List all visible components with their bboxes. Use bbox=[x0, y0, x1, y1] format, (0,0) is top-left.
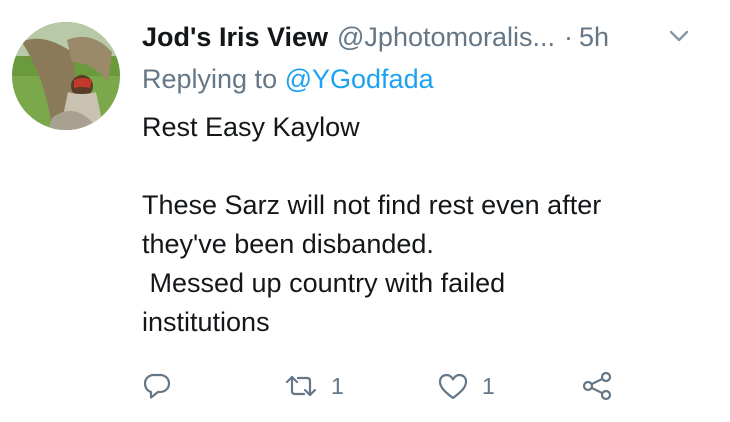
tweet-actions: 1 1 bbox=[142, 364, 642, 408]
replying-to-handle[interactable]: @YGodfada bbox=[285, 64, 434, 94]
tweet-header: Jod's Iris View @Jphotomoralis... · 5h bbox=[142, 17, 690, 57]
tweet-text-line: they've been disbanded. bbox=[142, 229, 434, 259]
timestamp[interactable]: 5h bbox=[579, 22, 609, 53]
separator-dot: · bbox=[564, 21, 574, 52]
like-count: 1 bbox=[482, 372, 495, 399]
tweet-text: Rest Easy Kaylow These Sarz will not fin… bbox=[142, 108, 702, 342]
tweet-text-line: Messed up country with failed bbox=[142, 268, 506, 298]
avatar-photo bbox=[12, 22, 120, 130]
tweet-text-line: institutions bbox=[142, 307, 270, 337]
share-button[interactable] bbox=[580, 364, 614, 408]
replying-to-line: Replying to @YGodfada bbox=[142, 64, 434, 95]
chevron-down-icon[interactable] bbox=[668, 28, 690, 44]
share-icon bbox=[582, 371, 612, 401]
display-name[interactable]: Jod's Iris View bbox=[142, 22, 328, 53]
tweet-text-line: Rest Easy Kaylow bbox=[142, 112, 360, 142]
replying-to-prefix: Replying to bbox=[142, 64, 278, 94]
retweet-count: 1 bbox=[331, 372, 344, 399]
reply-icon bbox=[143, 373, 171, 399]
reply-button[interactable] bbox=[142, 364, 172, 408]
heart-icon bbox=[438, 373, 468, 400]
tweet-text-line bbox=[142, 147, 702, 186]
like-button[interactable]: 1 bbox=[437, 364, 495, 408]
avatar[interactable] bbox=[12, 22, 120, 130]
tweet[interactable]: Jod's Iris View @Jphotomoralis... · 5h R… bbox=[0, 0, 730, 422]
tweet-text-line: These Sarz will not find rest even after bbox=[142, 190, 602, 220]
user-handle[interactable]: @Jphotomoralis... bbox=[337, 22, 555, 53]
retweet-button[interactable]: 1 bbox=[284, 364, 344, 408]
retweet-icon bbox=[285, 375, 317, 397]
